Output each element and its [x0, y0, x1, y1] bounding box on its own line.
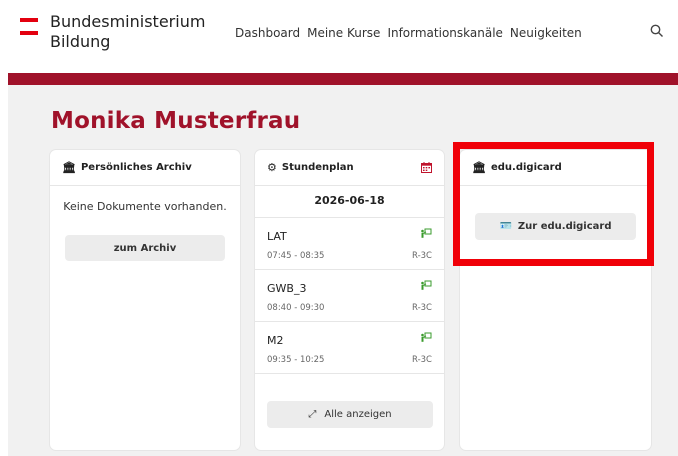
- schedule-date: 2026-06-18: [255, 186, 444, 218]
- lesson-time: 09:35 - 10:25: [267, 355, 325, 365]
- main-nav: Dashboard Meine Kurse Informationskanäle…: [235, 26, 589, 40]
- lesson-subject: LAT: [267, 230, 287, 243]
- lesson-room: R-3C: [412, 355, 432, 365]
- lesson-row[interactable]: GWB_3 08:40 - 09:30 R-3C: [255, 270, 444, 322]
- gear-icon: ⚙: [267, 161, 277, 174]
- nav-dashboard[interactable]: Dashboard: [235, 26, 300, 40]
- stundenplan-card-header: ⚙ Stundenplan: [255, 150, 444, 186]
- page-title: Monika Musterfrau: [51, 108, 301, 134]
- header-accent-bar: [8, 73, 678, 85]
- highlight-box: [453, 142, 654, 266]
- lesson-subject: GWB_3: [267, 282, 307, 295]
- archiv-card-title: Persönliches Archiv: [80, 162, 192, 173]
- nav-meine-kurse[interactable]: Meine Kurse: [307, 26, 380, 40]
- austria-flag-icon[interactable]: [20, 18, 38, 38]
- zum-archiv-button[interactable]: zum Archiv: [65, 235, 225, 261]
- lesson-row[interactable]: M2 09:35 - 10:25 R-3C: [255, 322, 444, 374]
- nav-neuigkeiten[interactable]: Neuigkeiten: [510, 26, 582, 40]
- search-icon[interactable]: [650, 24, 664, 38]
- lesson-subject: M2: [267, 334, 284, 347]
- logo[interactable]: Bundesministerium Bildung: [50, 12, 205, 52]
- archiv-card: 🏛 Persönliches Archiv Keine Dokumente vo…: [50, 150, 240, 450]
- lesson-room: R-3C: [412, 303, 432, 313]
- teacher-board-icon: [421, 228, 432, 238]
- header: Bundesministerium Bildung Dashboard Mein…: [0, 0, 678, 72]
- zum-archiv-label: zum Archiv: [113, 242, 177, 254]
- lesson-room: R-3C: [412, 251, 432, 261]
- lesson-time: 08:40 - 09:30: [267, 303, 325, 313]
- stundenplan-card-title: Stundenplan: [281, 162, 354, 173]
- lesson-row[interactable]: LAT 07:45 - 08:35 R-3C: [255, 218, 444, 270]
- teacher-board-icon: [421, 332, 432, 342]
- stundenplan-card: ⚙ Stundenplan 2026-06-18 LAT 07:45 - 08:…: [255, 150, 444, 450]
- teacher-board-icon: [421, 280, 432, 290]
- nav-informationskanaele[interactable]: Informationskanäle: [387, 26, 502, 40]
- institution-icon: 🏛: [62, 161, 76, 174]
- archiv-card-header: 🏛 Persönliches Archiv: [50, 150, 240, 186]
- archiv-empty-text: Keine Dokumente vorhanden.: [63, 200, 227, 213]
- logo-line-2: Bildung: [50, 32, 111, 51]
- expand-icon: ⤢: [308, 409, 317, 420]
- lesson-time: 07:45 - 08:35: [267, 251, 325, 261]
- alle-anzeigen-button[interactable]: ⤢ Alle anzeigen: [267, 401, 433, 428]
- logo-line-1: Bundesministerium: [50, 12, 206, 31]
- alle-anzeigen-label: Alle anzeigen: [324, 409, 392, 420]
- calendar-icon[interactable]: [421, 162, 432, 173]
